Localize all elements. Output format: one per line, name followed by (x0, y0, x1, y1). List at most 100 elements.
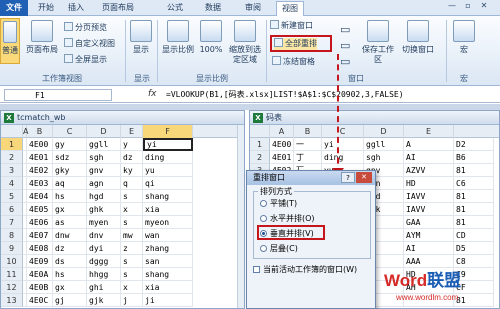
radio-cascade[interactable]: 层叠(C) (260, 243, 298, 255)
table-cell[interactable]: 4E09 (27, 255, 53, 268)
table-cell[interactable]: xia (143, 203, 193, 216)
table-cell[interactable]: 81 (454, 216, 494, 229)
name-box[interactable]: F1 (4, 89, 112, 101)
restore-icon[interactable]: ▫ (461, 0, 475, 12)
column-header[interactable]: F (143, 125, 193, 138)
table-cell[interactable]: AI (404, 151, 454, 164)
row-header[interactable]: 7 (1, 216, 23, 229)
row-header[interactable]: 3 (1, 164, 23, 177)
macros-button[interactable]: 宏 (452, 18, 476, 64)
table-cell[interactable]: mw (121, 229, 143, 242)
table-cell[interactable]: sgh (364, 151, 404, 164)
table-cell[interactable]: 81 (454, 164, 494, 177)
table-cell[interactable]: 4E00 (270, 138, 294, 151)
row-header[interactable]: 1 (250, 138, 270, 151)
column-header[interactable]: B (27, 125, 53, 138)
arrange-windows-dialog[interactable]: 重排窗口 ? ✕ 排列方式 平铺(T) 水平并排(O) 垂直并排(V) 层叠(C… (246, 170, 376, 309)
table-cell[interactable]: 81 (454, 294, 494, 307)
row-header[interactable]: 8 (1, 229, 23, 242)
table-cell[interactable]: 4E0C (27, 294, 53, 307)
table-cell[interactable]: dz (121, 151, 143, 164)
tab-view[interactable]: 视图 (276, 1, 304, 16)
table-cell[interactable]: 81 (454, 190, 494, 203)
table-cell[interactable]: z (121, 242, 143, 255)
table-cell[interactable]: 一 (294, 138, 322, 151)
table-cell[interactable]: AI (404, 242, 454, 255)
formula-input[interactable]: =VLOOKUP(B1,[码表.xlsx]LIST!$A$1:$C$20902,… (166, 89, 496, 101)
table-cell[interactable]: agn (87, 177, 121, 190)
table-cell[interactable]: AYM (404, 229, 454, 242)
table-cell[interactable]: gy (53, 138, 87, 151)
table-cell[interactable]: x (121, 281, 143, 294)
column-header[interactable]: D (364, 125, 404, 138)
table-cell[interactable]: gky (53, 164, 87, 177)
table-cell[interactable]: 4E01 (270, 151, 294, 164)
active-workbook-checkbox[interactable]: 当前活动工作簿的窗口(W) (253, 264, 357, 275)
table-cell[interactable]: D5 (454, 242, 494, 255)
table-cell[interactable]: gx (53, 281, 87, 294)
table-cell[interactable]: sgh (87, 151, 121, 164)
table-cell[interactable]: 4E00 (27, 138, 53, 151)
table-cell[interactable]: ky (121, 164, 143, 177)
table-cell[interactable]: 4E0B (27, 281, 53, 294)
table-cell[interactable]: A (404, 138, 454, 151)
table-cell[interactable]: j (121, 294, 143, 307)
row-header[interactable]: 2 (250, 151, 270, 164)
vertical-scrollbar[interactable] (237, 125, 244, 308)
table-cell[interactable]: dz (53, 242, 87, 255)
dialog-close-icon[interactable]: ✕ (356, 172, 372, 183)
table-cell[interactable]: xia (143, 281, 193, 294)
table-cell[interactable]: gnv (87, 164, 121, 177)
page-layout-button[interactable]: 页面布局 (22, 18, 62, 64)
help-icon[interactable]: ? (341, 172, 355, 183)
table-cell[interactable]: dnw (53, 229, 87, 242)
column-header[interactable]: E (404, 125, 454, 138)
row-header[interactable]: 12 (1, 281, 23, 294)
row-header[interactable]: 1 (1, 138, 23, 151)
table-cell[interactable]: D2 (454, 138, 494, 151)
dialog-title-bar[interactable]: 重排窗口 ? ✕ (247, 171, 375, 185)
row-header[interactable]: 2 (1, 151, 23, 164)
column-header[interactable]: D (87, 125, 121, 138)
table-cell[interactable]: IAVV (404, 190, 454, 203)
table-cell[interactable]: dggg (87, 255, 121, 268)
table-cell[interactable]: yi (322, 138, 364, 151)
radio-horizontal[interactable]: 水平并排(O) (260, 213, 315, 225)
table-cell[interactable]: IAVV (404, 203, 454, 216)
zoom-to-selection-button[interactable]: 缩放到选定区域 (226, 18, 264, 64)
hide-icon[interactable]: ▭ (340, 40, 350, 52)
table-cell[interactable]: ghk (87, 203, 121, 216)
table-cell[interactable]: yu (143, 164, 193, 177)
table-cell[interactable]: hgd (87, 190, 121, 203)
table-cell[interactable]: wan (143, 229, 193, 242)
table-cell[interactable]: x (121, 203, 143, 216)
table-cell[interactable]: 4E0A (27, 268, 53, 281)
table-cell[interactable]: CD (454, 229, 494, 242)
table-cell[interactable]: shang (143, 190, 193, 203)
table-cell[interactable]: hs (53, 190, 87, 203)
table-cell[interactable]: dnv (87, 229, 121, 242)
table-cell[interactable]: dyi (87, 242, 121, 255)
table-cell[interactable]: myeon (143, 216, 193, 229)
table-cell[interactable]: ghi (87, 281, 121, 294)
row-header[interactable]: 10 (1, 255, 23, 268)
unhide-icon[interactable]: ▭ (340, 56, 350, 68)
table-cell[interactable]: C6 (454, 177, 494, 190)
workbook-window-tcmatch[interactable]: X tcmatch_wb ABCDEF 1 4E00 gy ggll y yi 2 4E01 s… (0, 110, 245, 309)
new-window-button[interactable]: 新建窗口 (270, 20, 313, 32)
freeze-panes-button[interactable]: 冻结窗格 (272, 56, 315, 68)
table-cell[interactable]: s (121, 268, 143, 281)
table-cell[interactable]: 4E07 (27, 229, 53, 242)
table-cell[interactable]: 4E05 (27, 203, 53, 216)
tab-formulas[interactable]: 公式 (162, 1, 188, 16)
row-header[interactable]: 9 (1, 242, 23, 255)
normal-view-button[interactable]: 普通 (0, 18, 20, 64)
tab-review[interactable]: 审阅 (240, 1, 266, 16)
table-cell[interactable]: AZVV (404, 164, 454, 177)
select-all-corner[interactable] (1, 125, 23, 138)
table-cell[interactable]: san (143, 255, 193, 268)
zoom-button[interactable]: 显示比例 (160, 18, 196, 64)
tab-insert[interactable]: 插入 (62, 1, 90, 16)
table-cell[interactable]: aq (53, 177, 87, 190)
table-cell[interactable]: 4E08 (27, 242, 53, 255)
